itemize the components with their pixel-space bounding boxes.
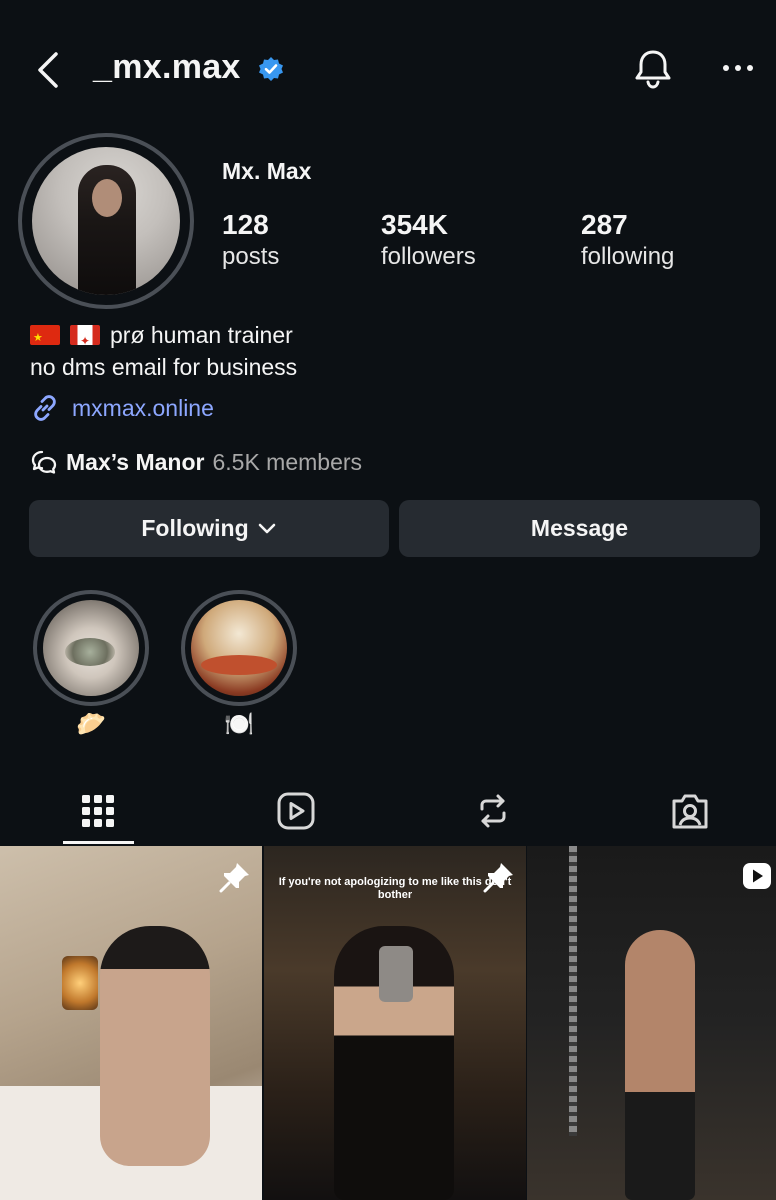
- post-image-figure: [625, 930, 695, 1200]
- highlight-title: 🍽️: [224, 711, 254, 738]
- highlight-thumbnail: [43, 600, 139, 696]
- profile-tabs: [0, 775, 776, 845]
- tab-reposts[interactable]: [463, 783, 523, 839]
- message-button-label: Message: [530, 515, 629, 541]
- avatar-face: [92, 179, 122, 217]
- followers-stat[interactable]: 354K followers: [381, 208, 476, 272]
- community-name: Max’s Manor: [66, 448, 205, 475]
- followers-count: 354K: [381, 209, 448, 240]
- following-stat[interactable]: 287 following: [581, 208, 674, 272]
- posts-count: 128: [222, 209, 269, 240]
- avatar-story-ring[interactable]: [18, 133, 194, 309]
- reels-icon: [277, 792, 315, 830]
- post-thumbnail[interactable]: [527, 846, 776, 1200]
- active-tab-indicator: [63, 841, 134, 844]
- china-flag-icon: [30, 325, 60, 345]
- post-image-chain: [569, 846, 577, 1136]
- broadcast-channel-icon: [31, 450, 57, 474]
- bell-icon[interactable]: [630, 46, 676, 92]
- canada-flag-icon: [70, 325, 100, 345]
- story-highlight[interactable]: 🍽️: [181, 590, 297, 740]
- more-dots-icon[interactable]: [716, 50, 760, 86]
- following-count: 287: [581, 209, 628, 240]
- tab-posts-grid[interactable]: [68, 783, 128, 839]
- username-title: _mx.max: [93, 48, 241, 86]
- chevron-down-icon: [258, 523, 275, 533]
- post-image-phone: [379, 946, 413, 1002]
- top-bar: _mx.max: [0, 40, 776, 100]
- post-image-figure: [100, 926, 210, 1166]
- story-highlight[interactable]: 🥟: [33, 590, 149, 740]
- verified-badge-icon: [259, 57, 283, 81]
- followers-label: followers: [381, 243, 476, 270]
- avatar[interactable]: [32, 147, 180, 295]
- posts-label: posts: [222, 243, 280, 270]
- post-image-lamp: [62, 956, 98, 1010]
- highlight-ring: [33, 590, 149, 706]
- tab-reels[interactable]: [266, 783, 326, 839]
- bio-text-2: no dms email for business: [30, 354, 298, 380]
- message-button[interactable]: Message: [399, 500, 760, 557]
- display-name: Mx. Max: [222, 158, 312, 184]
- highlight-ring: [181, 590, 297, 706]
- pin-icon: [219, 863, 249, 893]
- profile-page: _mx.max Mx. Max 128 posts 354K followers…: [0, 0, 776, 1200]
- reposts-icon: [480, 794, 506, 828]
- posts-stat[interactable]: 128 posts: [222, 208, 279, 272]
- following-button-label: Following: [141, 515, 249, 541]
- reel-badge-icon: [743, 863, 771, 889]
- link-icon: [34, 395, 56, 421]
- post-thumbnail[interactable]: [0, 846, 262, 1200]
- bio-text-1: prø human trainer: [110, 322, 293, 348]
- post-thumbnail[interactable]: If you're not apologizing to me like thi…: [264, 846, 526, 1200]
- bio-line-1: prø human trainer: [30, 320, 293, 350]
- tab-tagged[interactable]: [660, 783, 720, 839]
- highlight-title: 🥟: [76, 711, 106, 738]
- tagged-icon: [672, 794, 708, 829]
- posts-grid: If you're not apologizing to me like thi…: [0, 846, 776, 1200]
- following-button[interactable]: Following: [29, 500, 389, 557]
- grid-icon: [82, 795, 114, 827]
- pin-icon: [483, 863, 513, 893]
- profile-link[interactable]: mxmax.online: [30, 393, 214, 423]
- profile-link-text: mxmax.online: [72, 394, 214, 421]
- community-channel[interactable]: Max’s Manor 6.5K members: [30, 448, 362, 476]
- back-chevron-icon[interactable]: [32, 50, 68, 90]
- community-members: 6.5K members: [212, 448, 363, 475]
- following-label: following: [581, 243, 675, 270]
- highlight-thumbnail: [191, 600, 287, 696]
